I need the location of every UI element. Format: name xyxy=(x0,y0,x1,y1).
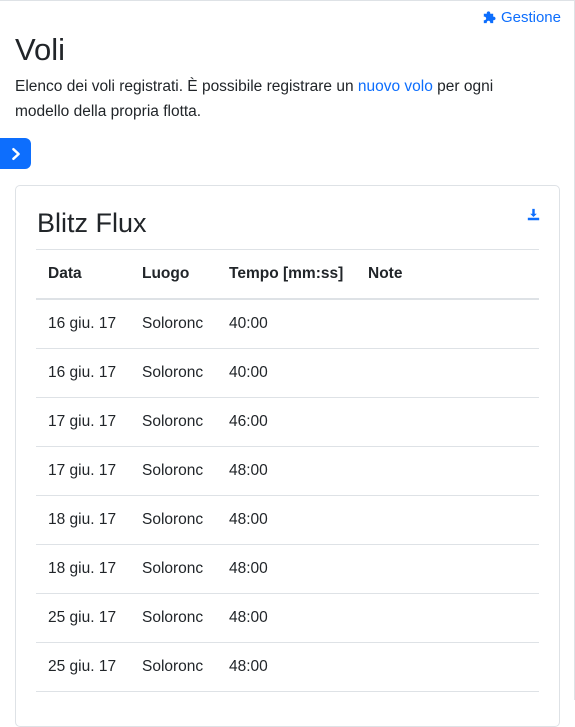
table-row: 16 giu. 17 Soloronc 40:00 xyxy=(36,299,539,349)
top-border xyxy=(0,0,575,1)
column-header-luogo[interactable]: Luogo xyxy=(130,249,217,300)
cell-luogo: Soloronc xyxy=(130,495,217,545)
cell-luogo: Soloronc xyxy=(130,544,217,594)
cell-tempo: 48:00 xyxy=(217,446,356,496)
table-row: 17 giu. 17 Soloronc 46:00 xyxy=(36,397,539,447)
cell-data: 17 giu. 17 xyxy=(36,397,130,447)
model-card: Blitz Flux Data Luogo Tempo [mm:ss] Note… xyxy=(15,185,560,727)
cell-data: 16 giu. 17 xyxy=(36,348,130,398)
column-header-tempo[interactable]: Tempo [mm:ss] xyxy=(217,249,356,300)
cell-tempo: 40:00 xyxy=(217,348,356,398)
new-flight-link[interactable]: nuovo volo xyxy=(358,78,433,95)
table-header-row: Data Luogo Tempo [mm:ss] Note xyxy=(36,249,539,300)
cell-luogo: Soloronc xyxy=(130,348,217,398)
chevron-right-icon xyxy=(9,147,23,161)
cell-data: 18 giu. 17 xyxy=(36,544,130,594)
cell-luogo: Soloronc xyxy=(130,446,217,496)
cell-note xyxy=(356,544,539,594)
cell-note xyxy=(356,299,539,349)
cell-luogo: Soloronc xyxy=(130,397,217,447)
column-header-note[interactable]: Note xyxy=(356,249,539,300)
cell-note xyxy=(356,397,539,447)
manage-link-label: Gestione xyxy=(500,9,561,26)
cell-tempo: 48:00 xyxy=(217,544,356,594)
intro-text-start: Elenco dei voli registrati. È possibile … xyxy=(15,78,358,95)
cell-note xyxy=(356,348,539,398)
model-title: Blitz Flux xyxy=(37,208,147,238)
cell-note xyxy=(356,642,539,692)
sidebar-toggle-button[interactable] xyxy=(0,138,31,169)
page-intro: Elenco dei voli registrati. È possibile … xyxy=(15,74,535,124)
cell-tempo: 46:00 xyxy=(217,397,356,447)
table-row: 25 giu. 17 Soloronc 48:00 xyxy=(36,642,539,692)
cell-data: 25 giu. 17 xyxy=(36,642,130,692)
table-row: 16 giu. 17 Soloronc 40:00 xyxy=(36,348,539,398)
cell-note xyxy=(356,495,539,545)
download-button[interactable] xyxy=(526,207,540,221)
flights-table: Data Luogo Tempo [mm:ss] Note 16 giu. 17… xyxy=(36,249,539,692)
table-row: 25 giu. 17 Soloronc 48:00 xyxy=(36,593,539,643)
cell-data: 18 giu. 17 xyxy=(36,495,130,545)
cell-tempo: 48:00 xyxy=(217,495,356,545)
cell-note xyxy=(356,593,539,643)
cell-data: 17 giu. 17 xyxy=(36,446,130,496)
cell-luogo: Soloronc xyxy=(130,642,217,692)
manage-link[interactable]: Gestione xyxy=(481,9,561,26)
table-row: 18 giu. 17 Soloronc 48:00 xyxy=(36,495,539,545)
column-header-data[interactable]: Data xyxy=(36,249,130,300)
puzzle-piece-icon xyxy=(481,10,496,25)
cell-tempo: 48:00 xyxy=(217,593,356,643)
cell-tempo: 48:00 xyxy=(217,642,356,692)
table-row: 18 giu. 17 Soloronc 48:00 xyxy=(36,544,539,594)
download-icon xyxy=(527,208,540,221)
cell-luogo: Soloronc xyxy=(130,299,217,349)
cell-note xyxy=(356,446,539,496)
cell-tempo: 40:00 xyxy=(217,299,356,349)
cell-data: 16 giu. 17 xyxy=(36,299,130,349)
page-title: Voli xyxy=(15,32,65,67)
cell-luogo: Soloronc xyxy=(130,593,217,643)
table-row: 17 giu. 17 Soloronc 48:00 xyxy=(36,446,539,496)
cell-data: 25 giu. 17 xyxy=(36,593,130,643)
